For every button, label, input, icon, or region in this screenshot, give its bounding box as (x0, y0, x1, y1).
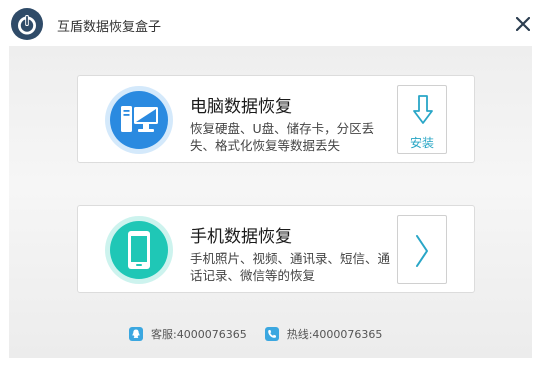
qq-icon (129, 327, 143, 341)
install-button[interactable]: 安装 (397, 85, 447, 154)
chevron-right-icon (416, 235, 428, 267)
pc-recovery-description: 恢复硬盘、U盘、储存卡，分区丢失、格式化恢复等数据丢失 (190, 121, 375, 153)
pc-recovery-card[interactable]: 电脑数据恢复 恢复硬盘、U盘、储存卡，分区丢失、格式化恢复等数据丢失 安装 (77, 75, 475, 163)
title-bar: 互盾数据恢复盒子 (0, 0, 541, 46)
main-content: 电脑数据恢复 恢复硬盘、U盘、储存卡，分区丢失、格式化恢复等数据丢失 安装 手机… (9, 46, 532, 358)
phone-recovery-description: 手机照片、视频、通讯录、短信、通话记录、微信等的恢复 (190, 251, 391, 283)
close-button[interactable] (509, 10, 537, 38)
app-logo-icon (11, 8, 43, 40)
install-label: 安装 (409, 136, 434, 150)
phone-recovery-open-button[interactable] (397, 215, 447, 284)
app-title: 互盾数据恢复盒子 (57, 20, 162, 35)
pc-recovery-title: 电脑数据恢复 (190, 97, 292, 117)
phone-handset-icon (264, 327, 279, 341)
hotline[interactable]: 热线:4000076365 (264, 326, 383, 342)
footer-contact: 客服:4000076365 热线:4000076365 (129, 326, 400, 342)
hotline-text: 热线:4000076365 (286, 328, 383, 341)
customer-service-text: 客服:4000076365 (151, 328, 247, 341)
phone-recovery-card[interactable]: 手机数据恢复 手机照片、视频、通讯录、短信、通话记录、微信等的恢复 (77, 205, 475, 293)
phone-icon (105, 216, 173, 284)
computer-icon (105, 86, 173, 154)
customer-service[interactable]: 客服:4000076365 (129, 326, 247, 342)
phone-recovery-title: 手机数据恢复 (190, 227, 292, 247)
close-icon (516, 17, 530, 31)
download-arrow-icon (413, 95, 433, 124)
